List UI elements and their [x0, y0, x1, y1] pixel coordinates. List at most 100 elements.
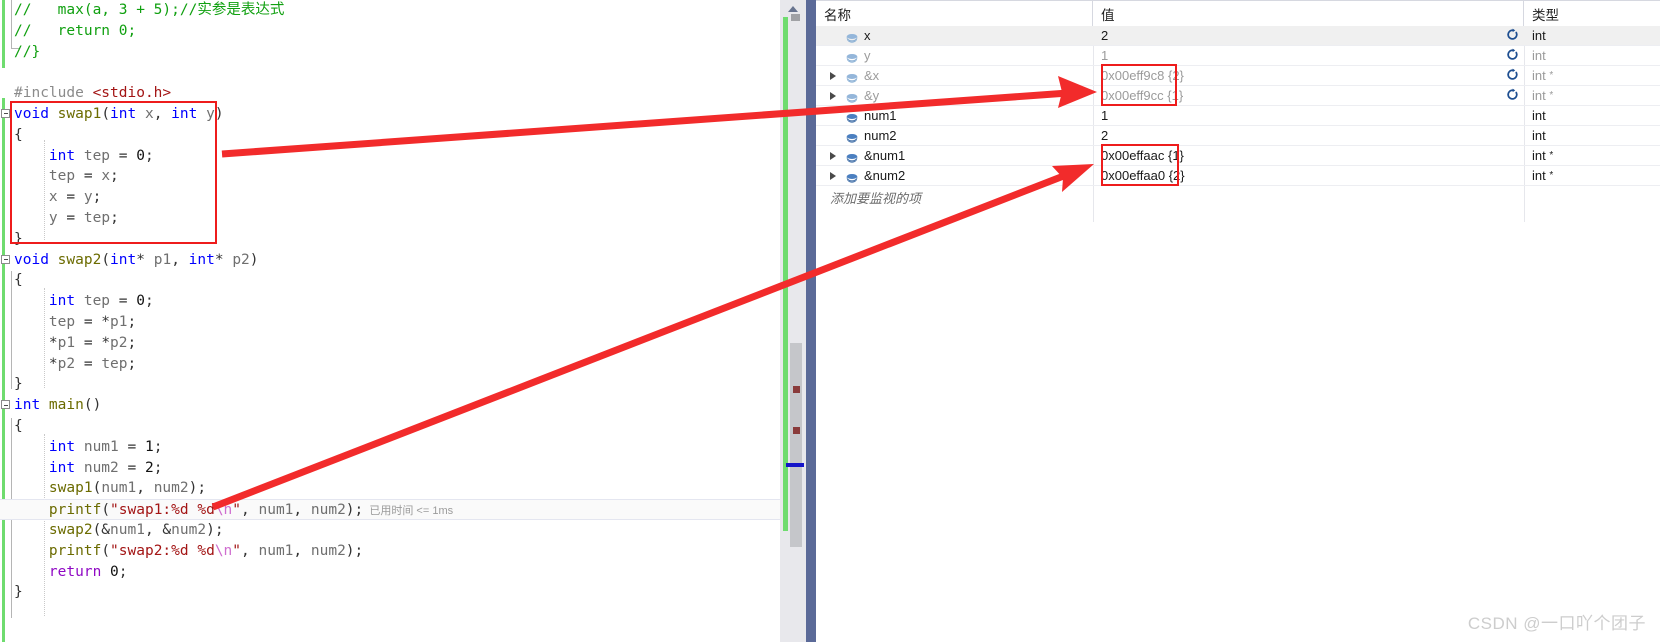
watch-row-name[interactable]: &num2: [864, 168, 905, 183]
code-line[interactable]: return 0;: [0, 562, 780, 583]
code-token: );: [345, 502, 364, 519]
code-line[interactable]: void swap2(int* p1, int* p2): [0, 250, 780, 271]
code-line[interactable]: *p2 = tep;: [0, 354, 780, 375]
collapse-toggle-icon[interactable]: [1, 108, 10, 118]
breakpoint-marker-icon: [793, 386, 800, 393]
watch-row-value[interactable]: 0x00eff9cc {1}: [1101, 88, 1183, 103]
watch-row-name[interactable]: x: [864, 28, 871, 43]
watch-window[interactable]: 名称 值 类型 x 2 int y 1 int &x 0x00eff9c8 {2} int * &…: [816, 0, 1660, 642]
code-token: x: [144, 105, 154, 122]
code-token: int: [14, 293, 84, 310]
collapse-toggle-icon[interactable]: [1, 254, 10, 264]
refresh-icon[interactable]: [1506, 68, 1520, 84]
code-token: = *: [75, 334, 111, 351]
column-header-type[interactable]: 类型: [1524, 0, 1660, 26]
code-line[interactable]: int tep = 0;: [0, 146, 780, 167]
code-line[interactable]: *p1 = *p2;: [0, 333, 780, 354]
code-line[interactable]: // return 0;: [0, 21, 780, 42]
refresh-icon[interactable]: [1506, 88, 1520, 104]
code-token: <stdio.h>: [92, 85, 172, 102]
watch-row-name[interactable]: &x: [864, 68, 879, 83]
code-token: num2: [310, 502, 346, 519]
code-line[interactable]: {: [0, 270, 780, 291]
code-line[interactable]: printf("swap1:%d %d\n", num1, num2); 已用时…: [0, 499, 780, 520]
code-line[interactable]: int num2 = 2;: [0, 458, 780, 479]
watch-row[interactable]: y 1 int: [816, 46, 1660, 66]
code-line[interactable]: tep = x;: [0, 166, 780, 187]
pane-splitter[interactable]: [806, 0, 816, 642]
chevron-up-icon: [788, 6, 798, 12]
watch-row[interactable]: &num1 0x00effaac {1} int *: [816, 146, 1660, 166]
code-token: =: [75, 355, 102, 372]
watch-row-value[interactable]: 2: [1101, 128, 1108, 143]
code-token: // return 0;: [14, 22, 137, 39]
code-editor-pane[interactable]: // max(a, 3 + 5);//实参是表达式 // return 0; //}…: [0, 0, 780, 642]
watch-row-list[interactable]: x 2 int y 1 int &x 0x00eff9c8 {2} int * &y 0x00eff…: [816, 26, 1660, 206]
editor-vertical-scrollbar[interactable]: [780, 0, 806, 642]
refresh-icon[interactable]: [1506, 28, 1520, 44]
watch-row-value[interactable]: 0x00effaac {1}: [1101, 148, 1184, 163]
watch-row-value[interactable]: 2: [1101, 28, 1108, 43]
code-line[interactable]: printf("swap2:%d %d\n", num1, num2);: [0, 541, 780, 562]
code-line[interactable]: int main(): [0, 395, 780, 416]
code-line[interactable]: // max(a, 3 + 5);//实参是表达式: [0, 0, 780, 21]
watch-row[interactable]: x 2 int: [816, 26, 1660, 46]
watch-row[interactable]: &y 0x00eff9cc {1} int *: [816, 86, 1660, 106]
watch-row[interactable]: &num2 0x00effaa0 {2} int *: [816, 166, 1660, 186]
column-header-name[interactable]: 名称: [816, 0, 1093, 26]
code-line[interactable]: }: [0, 582, 780, 603]
watch-row[interactable]: num1 1 int: [816, 106, 1660, 126]
watch-row-name[interactable]: num2: [864, 128, 897, 143]
code-line[interactable]: #include <stdio.h>: [0, 83, 780, 104]
watch-row[interactable]: num2 2 int: [816, 126, 1660, 146]
watch-row-type: int: [1532, 28, 1546, 43]
watch-row-name[interactable]: &num1: [864, 148, 905, 163]
expander-triangle-icon[interactable]: [830, 172, 836, 180]
code-token: (&: [92, 521, 111, 538]
code-token: y: [14, 209, 58, 226]
code-line[interactable]: tep = *p1;: [0, 312, 780, 333]
code-token: ,: [153, 105, 172, 122]
code-line[interactable]: //}: [0, 42, 780, 63]
code-token: 1: [144, 438, 154, 455]
watch-row[interactable]: &x 0x00eff9c8 {2} int *: [816, 66, 1660, 86]
code-line[interactable]: [0, 62, 780, 83]
code-token: {: [14, 126, 23, 143]
code-line[interactable]: void swap1(int x, int y): [0, 104, 780, 125]
watch-row-name[interactable]: num1: [864, 108, 897, 123]
code-line[interactable]: swap2(&num1, &num2);: [0, 520, 780, 541]
expander-triangle-icon[interactable]: [830, 72, 836, 80]
code-token: #include: [14, 85, 93, 102]
code-line[interactable]: y = tep;: [0, 208, 780, 229]
watch-row-value[interactable]: 1: [1101, 108, 1108, 123]
expander-triangle-icon[interactable]: [830, 92, 836, 100]
code-token: //}: [14, 43, 41, 60]
watch-row-value[interactable]: 1: [1101, 48, 1108, 63]
code-line[interactable]: }: [0, 229, 780, 250]
watch-row-type: int: [1532, 48, 1546, 63]
code-line[interactable]: x = y;: [0, 187, 780, 208]
code-text[interactable]: // max(a, 3 + 5);//实参是表达式 // return 0; //}…: [0, 0, 780, 603]
code-line[interactable]: int tep = 0;: [0, 291, 780, 312]
code-line[interactable]: {: [0, 125, 780, 146]
code-line[interactable]: }: [0, 374, 780, 395]
scrollbar-thumb[interactable]: [790, 343, 802, 547]
watch-row-value[interactable]: 0x00eff9c8 {2}: [1101, 68, 1184, 83]
watch-row-name[interactable]: y: [864, 48, 871, 63]
code-token: ;: [110, 209, 119, 226]
variable-cube-icon: [846, 51, 858, 63]
code-line[interactable]: int num1 = 1;: [0, 437, 780, 458]
expander-triangle-icon[interactable]: [830, 152, 836, 160]
watch-row-value[interactable]: 0x00effaa0 {2}: [1101, 168, 1185, 183]
collapse-toggle-icon[interactable]: [1, 400, 10, 410]
code-line[interactable]: swap1(num1, num2);: [0, 478, 780, 499]
code-token: main: [48, 397, 84, 414]
code-line[interactable]: {: [0, 416, 780, 437]
add-watch-item-row[interactable]: 添加要监视的项: [816, 186, 1660, 206]
code-token: ): [214, 105, 224, 122]
code-token: p1: [57, 334, 76, 351]
refresh-icon[interactable]: [1506, 48, 1520, 64]
code-token: ): [249, 251, 259, 268]
watch-row-name[interactable]: &y: [864, 88, 879, 103]
column-header-value[interactable]: 值: [1093, 0, 1524, 26]
